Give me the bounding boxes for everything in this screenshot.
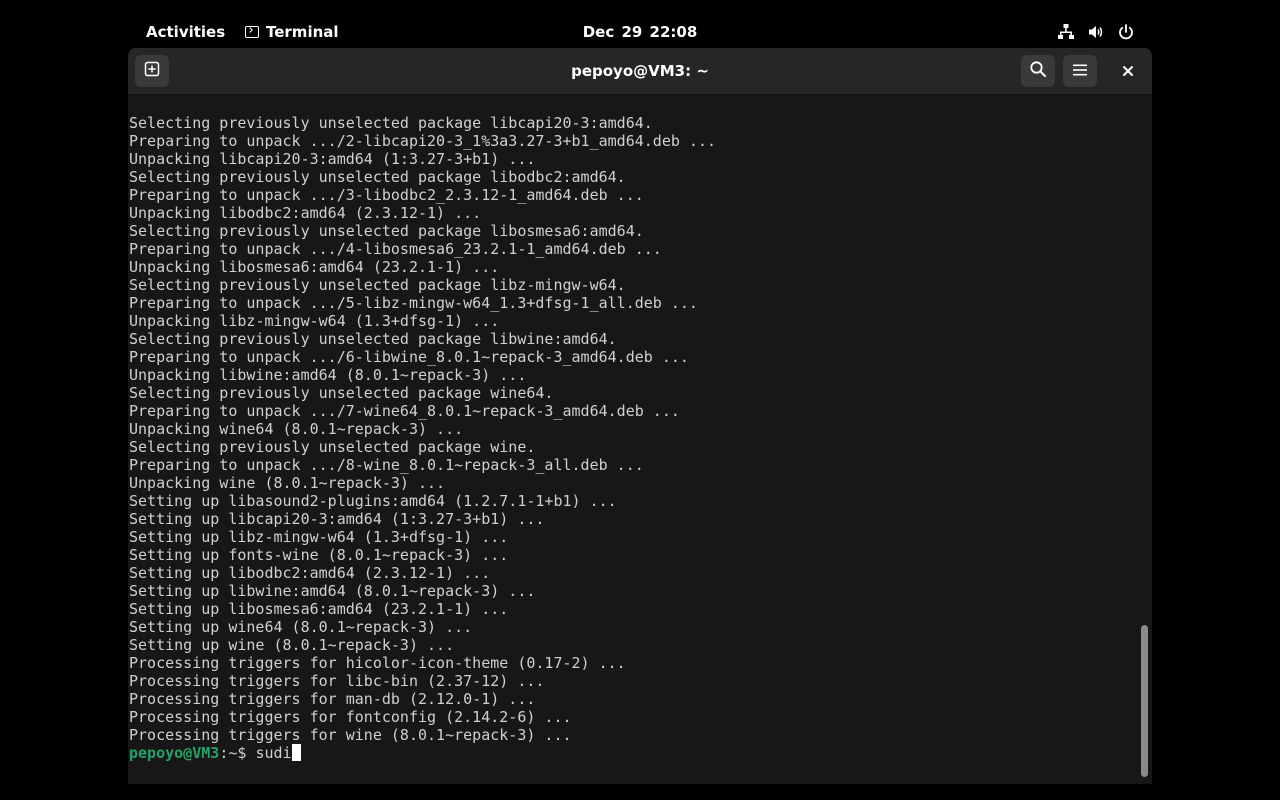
hamburger-menu-icon	[1072, 62, 1088, 81]
close-icon	[1122, 62, 1134, 81]
scrollbar-thumb[interactable]	[1141, 625, 1148, 777]
main-menu-button[interactable]	[1063, 55, 1097, 87]
terminal-line: Selecting previously unselected package …	[129, 114, 653, 132]
prompt-user: pepoyo@VM3	[129, 744, 220, 762]
close-button[interactable]	[1111, 55, 1145, 87]
terminal-line: Setting up libodbc2:amd64 (2.3.12-1) ...	[129, 564, 491, 582]
terminal-line: Setting up libwine:amd64 (8.0.1~repack-3…	[129, 582, 536, 600]
search-button[interactable]	[1021, 55, 1055, 87]
terminal-line: Setting up wine (8.0.1~repack-3) ...	[129, 636, 455, 654]
prompt-separator: :~$	[219, 744, 256, 762]
terminal-line: Processing triggers for hicolor-icon-the…	[129, 654, 626, 672]
terminal-line: Processing triggers for fontconfig (2.14…	[129, 708, 572, 726]
terminal-line: Setting up libasound2-plugins:amd64 (1.2…	[129, 492, 617, 510]
network-icon[interactable]	[1057, 23, 1075, 41]
terminal-line: Selecting previously unselected package …	[129, 276, 626, 294]
terminal-line: Preparing to unpack .../5-libz-mingw-w64…	[129, 294, 698, 312]
power-icon[interactable]	[1117, 23, 1135, 41]
terminal-line: Unpacking libcapi20-3:amd64 (1:3.27-3+b1…	[129, 150, 536, 168]
system-tray[interactable]	[1057, 22, 1135, 42]
terminal-line: Preparing to unpack .../2-libcapi20-3_1%…	[129, 132, 716, 150]
command-input[interactable]: sudi	[255, 744, 291, 762]
terminal-line: Processing triggers for man-db (2.12.0-1…	[129, 690, 536, 708]
volume-icon[interactable]	[1087, 23, 1105, 41]
terminal-scrollbar[interactable]	[1138, 95, 1152, 784]
terminal-line: Preparing to unpack .../4-libosmesa6_23.…	[129, 240, 662, 258]
terminal-line: Setting up fonts-wine (8.0.1~repack-3) .…	[129, 546, 509, 564]
terminal-line: Selecting previously unselected package …	[129, 330, 617, 348]
prompt-line[interactable]: pepoyo@VM3:~$ sudi	[129, 744, 716, 762]
terminal-line: Preparing to unpack .../3-libodbc2_2.3.1…	[129, 186, 644, 204]
terminal-line: Unpacking libz-mingw-w64 (1.3+dfsg-1) ..…	[129, 312, 500, 330]
terminal-line: Unpacking libosmesa6:amd64 (23.2.1-1) ..…	[129, 258, 500, 276]
terminal-line: Selecting previously unselected package …	[129, 384, 554, 402]
terminal-line: Preparing to unpack .../6-libwine_8.0.1~…	[129, 348, 689, 366]
terminal-line: Unpacking wine64 (8.0.1~repack-3) ...	[129, 420, 464, 438]
terminal-line: Selecting previously unselected package …	[129, 168, 626, 186]
window-title: pepoyo@VM3: ~	[571, 62, 709, 80]
terminal-line: Setting up libosmesa6:amd64 (23.2.1-1) .…	[129, 600, 509, 618]
terminal-line: Selecting previously unselected package …	[129, 438, 536, 456]
terminal-line: Setting up libcapi20-3:amd64 (1:3.27-3+b…	[129, 510, 545, 528]
terminal-line: Processing triggers for libc-bin (2.37-1…	[129, 672, 545, 690]
terminal-line: Selecting previously unselected package …	[129, 222, 644, 240]
terminal-line: Setting up libz-mingw-w64 (1.3+dfsg-1) .…	[129, 528, 509, 546]
search-icon	[1029, 60, 1047, 82]
terminal-line: Setting up wine64 (8.0.1~repack-3) ...	[129, 618, 473, 636]
text-cursor	[291, 744, 301, 761]
terminal-line: Preparing to unpack .../8-wine_8.0.1~rep…	[129, 456, 644, 474]
terminal-line: Preparing to unpack .../7-wine64_8.0.1~r…	[129, 402, 680, 420]
terminal-output: Selecting previously unselected package …	[129, 96, 716, 762]
terminal-line: Processing triggers for wine (8.0.1~repa…	[129, 726, 572, 744]
terminal-line: Unpacking libwine:amd64 (8.0.1~repack-3)…	[129, 366, 527, 384]
window-headerbar: pepoyo@VM3: ~	[128, 48, 1152, 95]
terminal-line: Unpacking wine (8.0.1~repack-3) ...	[129, 474, 446, 492]
terminal-line: Unpacking libodbc2:amd64 (2.3.12-1) ...	[129, 204, 482, 222]
